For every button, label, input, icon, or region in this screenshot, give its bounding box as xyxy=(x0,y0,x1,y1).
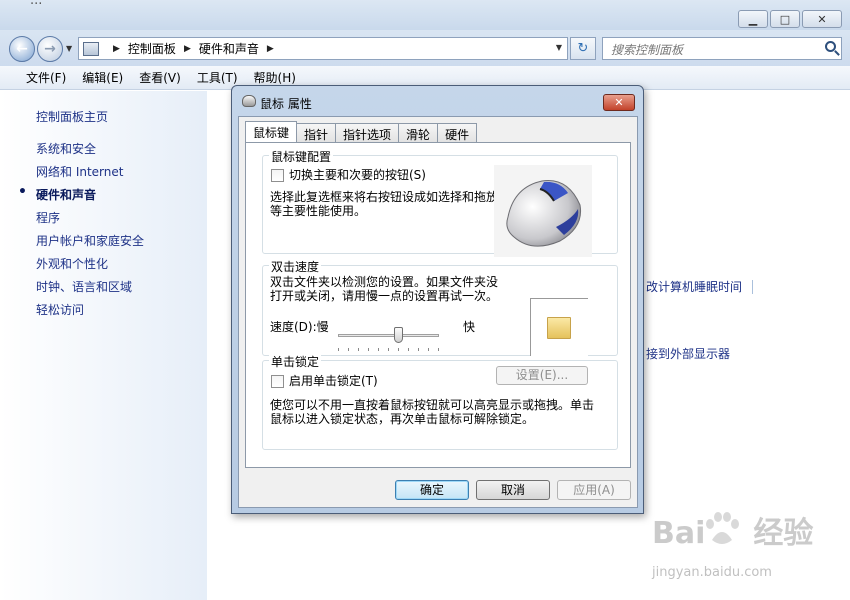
breadcrumb-control-panel[interactable]: 控制面板 xyxy=(128,40,176,57)
sidebar-item-ease-of-access[interactable]: 轻松访问 xyxy=(36,301,144,324)
arrow-right-icon: → xyxy=(44,41,56,57)
back-button[interactable]: ← xyxy=(9,36,35,62)
change-sleep-link[interactable]: 改计算机睡眠时间 xyxy=(646,278,742,295)
sidebar-item-programs[interactable]: 程序 xyxy=(36,209,144,232)
click-lock-checkbox[interactable] xyxy=(271,375,284,388)
mouse-properties-dialog: 鼠标 属性 ✕ 鼠标键 指针 指针选项 滑轮 硬件 鼠标键配置 切换主要和次要的… xyxy=(231,85,644,514)
breadcrumb-hardware-sound[interactable]: 硬件和声音 xyxy=(199,40,259,57)
menu-edit[interactable]: 编辑(E) xyxy=(82,69,123,86)
tab-buttons[interactable]: 鼠标键 xyxy=(245,121,298,142)
click-lock-label: 单击锁定 xyxy=(269,353,322,370)
slider-thumb[interactable] xyxy=(394,327,404,343)
sidebar: 控制面板主页 系统和安全 网络和 Internet 硬件和声音 程序 用户帐户和… xyxy=(0,91,207,600)
ok-button[interactable]: 确定 xyxy=(395,480,469,500)
cancel-button[interactable]: 取消 xyxy=(476,480,550,500)
link-divider xyxy=(752,280,753,294)
minimize-icon: ▁ xyxy=(748,12,758,26)
explorer-titlebar: ... ▁ □ ✕ xyxy=(0,0,850,30)
arrow-left-icon: ← xyxy=(16,41,28,57)
sidebar-category-list: 系统和安全 网络和 Internet 硬件和声音 程序 用户帐户和家庭安全 外观… xyxy=(18,140,144,324)
dialog-title: 鼠标 属性 xyxy=(260,97,312,111)
button-config-label: 鼠标键配置 xyxy=(269,148,334,165)
mouse-icon xyxy=(242,95,256,107)
dialog-body: 鼠标键 指针 指针选项 滑轮 硬件 鼠标键配置 切换主要和次要的按钮(S) 选择… xyxy=(238,116,638,508)
window-title: ... xyxy=(30,0,43,8)
recent-pages-dropdown[interactable]: ▼ xyxy=(66,44,72,53)
button-config-description-1: 选择此复选框来将右按钮设成如选择和拖放 xyxy=(270,190,499,204)
sidebar-item-hardware-sound[interactable]: 硬件和声音 xyxy=(18,184,144,209)
mouse-illustration-icon xyxy=(506,180,582,247)
switch-buttons-label[interactable]: 切换主要和次要的按钮(S) xyxy=(289,168,426,182)
folder-icon[interactable] xyxy=(547,317,571,339)
sidebar-home-link[interactable]: 控制面板主页 xyxy=(36,108,108,125)
click-lock-settings-button[interactable]: 设置(E)... xyxy=(496,366,588,385)
slider-ticks xyxy=(338,348,439,351)
sidebar-item-network-internet[interactable]: 网络和 Internet xyxy=(36,163,144,186)
address-bar[interactable]: ▶ 控制面板 ▶ 硬件和声音 ▶ ▼ xyxy=(78,37,568,60)
tab-pointer-options[interactable]: 指针选项 xyxy=(335,123,400,142)
tab-wheel[interactable]: 滑轮 xyxy=(398,123,439,142)
speed-slow-label: 速度(D):慢 xyxy=(270,320,329,334)
breadcrumb-separator-icon[interactable]: ▶ xyxy=(113,44,120,54)
refresh-button[interactable]: ↻ xyxy=(570,37,596,60)
menu-help[interactable]: 帮助(H) xyxy=(254,69,296,86)
navigation-bar: ← → ▼ ▶ 控制面板 ▶ 硬件和声音 ▶ ▼ ↻ 搜索控制面板 xyxy=(0,30,850,66)
dialog-tabs: 鼠标键 指针 指针选项 滑轮 硬件 xyxy=(245,121,478,142)
watermark-brand: Bai 经验 xyxy=(652,516,814,551)
mouse-illustration xyxy=(494,165,592,257)
refresh-icon: ↻ xyxy=(577,41,589,56)
control-panel-icon xyxy=(83,41,99,56)
buttons-tab-panel: 鼠标键配置 切换主要和次要的按钮(S) 选择此复选框来将右按钮设成如选择和拖放 … xyxy=(245,142,631,468)
double-click-label: 双击速度 xyxy=(269,258,322,275)
window-controls: ▁ □ ✕ xyxy=(738,10,842,28)
watermark-url: jingyan.baidu.com xyxy=(652,565,772,580)
sidebar-item-system-security[interactable]: 系统和安全 xyxy=(36,140,144,163)
tab-pointers[interactable]: 指针 xyxy=(296,123,337,142)
menu-view[interactable]: 查看(V) xyxy=(139,69,181,86)
dialog-close-button[interactable]: ✕ xyxy=(603,94,635,111)
maximize-icon: □ xyxy=(779,12,791,26)
search-input[interactable]: 搜索控制面板 xyxy=(602,37,842,60)
speed-fast-label: 快 xyxy=(463,320,476,334)
external-display-link[interactable]: 接到外部显示器 xyxy=(646,345,730,362)
double-click-description-2: 打开或关闭，请用慢一点的设置再试一次。 xyxy=(270,289,499,303)
search-icon[interactable] xyxy=(825,41,836,52)
breadcrumb-separator-icon[interactable]: ▶ xyxy=(184,44,191,54)
click-lock-description-1: 使您可以不用一直按着鼠标按钮就可以高亮显示或拖拽。单击 xyxy=(270,398,595,412)
switch-buttons-checkbox[interactable] xyxy=(271,169,284,182)
close-button[interactable]: ✕ xyxy=(802,10,842,28)
menu-file[interactable]: 文件(F) xyxy=(26,69,66,86)
double-click-speed-slider[interactable] xyxy=(338,334,439,337)
double-click-description-1: 双击文件夹以检测您的设置。如果文件夹没 xyxy=(270,275,499,289)
test-folder-area[interactable] xyxy=(530,298,588,356)
sidebar-item-clock-language[interactable]: 时钟、语言和区域 xyxy=(36,278,144,301)
click-lock-checkbox-label[interactable]: 启用单击锁定(T) xyxy=(289,374,378,388)
tab-hardware[interactable]: 硬件 xyxy=(437,123,478,142)
sidebar-item-user-accounts[interactable]: 用户帐户和家庭安全 xyxy=(36,232,144,255)
click-lock-description-2: 鼠标以进入锁定状态，再次单击鼠标可解除锁定。 xyxy=(270,412,535,426)
apply-button[interactable]: 应用(A) xyxy=(557,480,631,500)
address-dropdown-icon[interactable]: ▼ xyxy=(556,43,562,52)
search-placeholder: 搜索控制面板 xyxy=(611,43,684,57)
close-icon: ✕ xyxy=(817,12,827,26)
forward-button[interactable]: → xyxy=(37,36,63,62)
sidebar-item-appearance[interactable]: 外观和个性化 xyxy=(36,255,144,278)
minimize-button[interactable]: ▁ xyxy=(738,10,768,28)
maximize-button[interactable]: □ xyxy=(770,10,800,28)
breadcrumb-separator-icon[interactable]: ▶ xyxy=(267,44,274,54)
menu-tools[interactable]: 工具(T) xyxy=(197,69,238,86)
close-icon: ✕ xyxy=(614,96,624,109)
button-config-description-2: 等主要性能使用。 xyxy=(270,204,367,218)
